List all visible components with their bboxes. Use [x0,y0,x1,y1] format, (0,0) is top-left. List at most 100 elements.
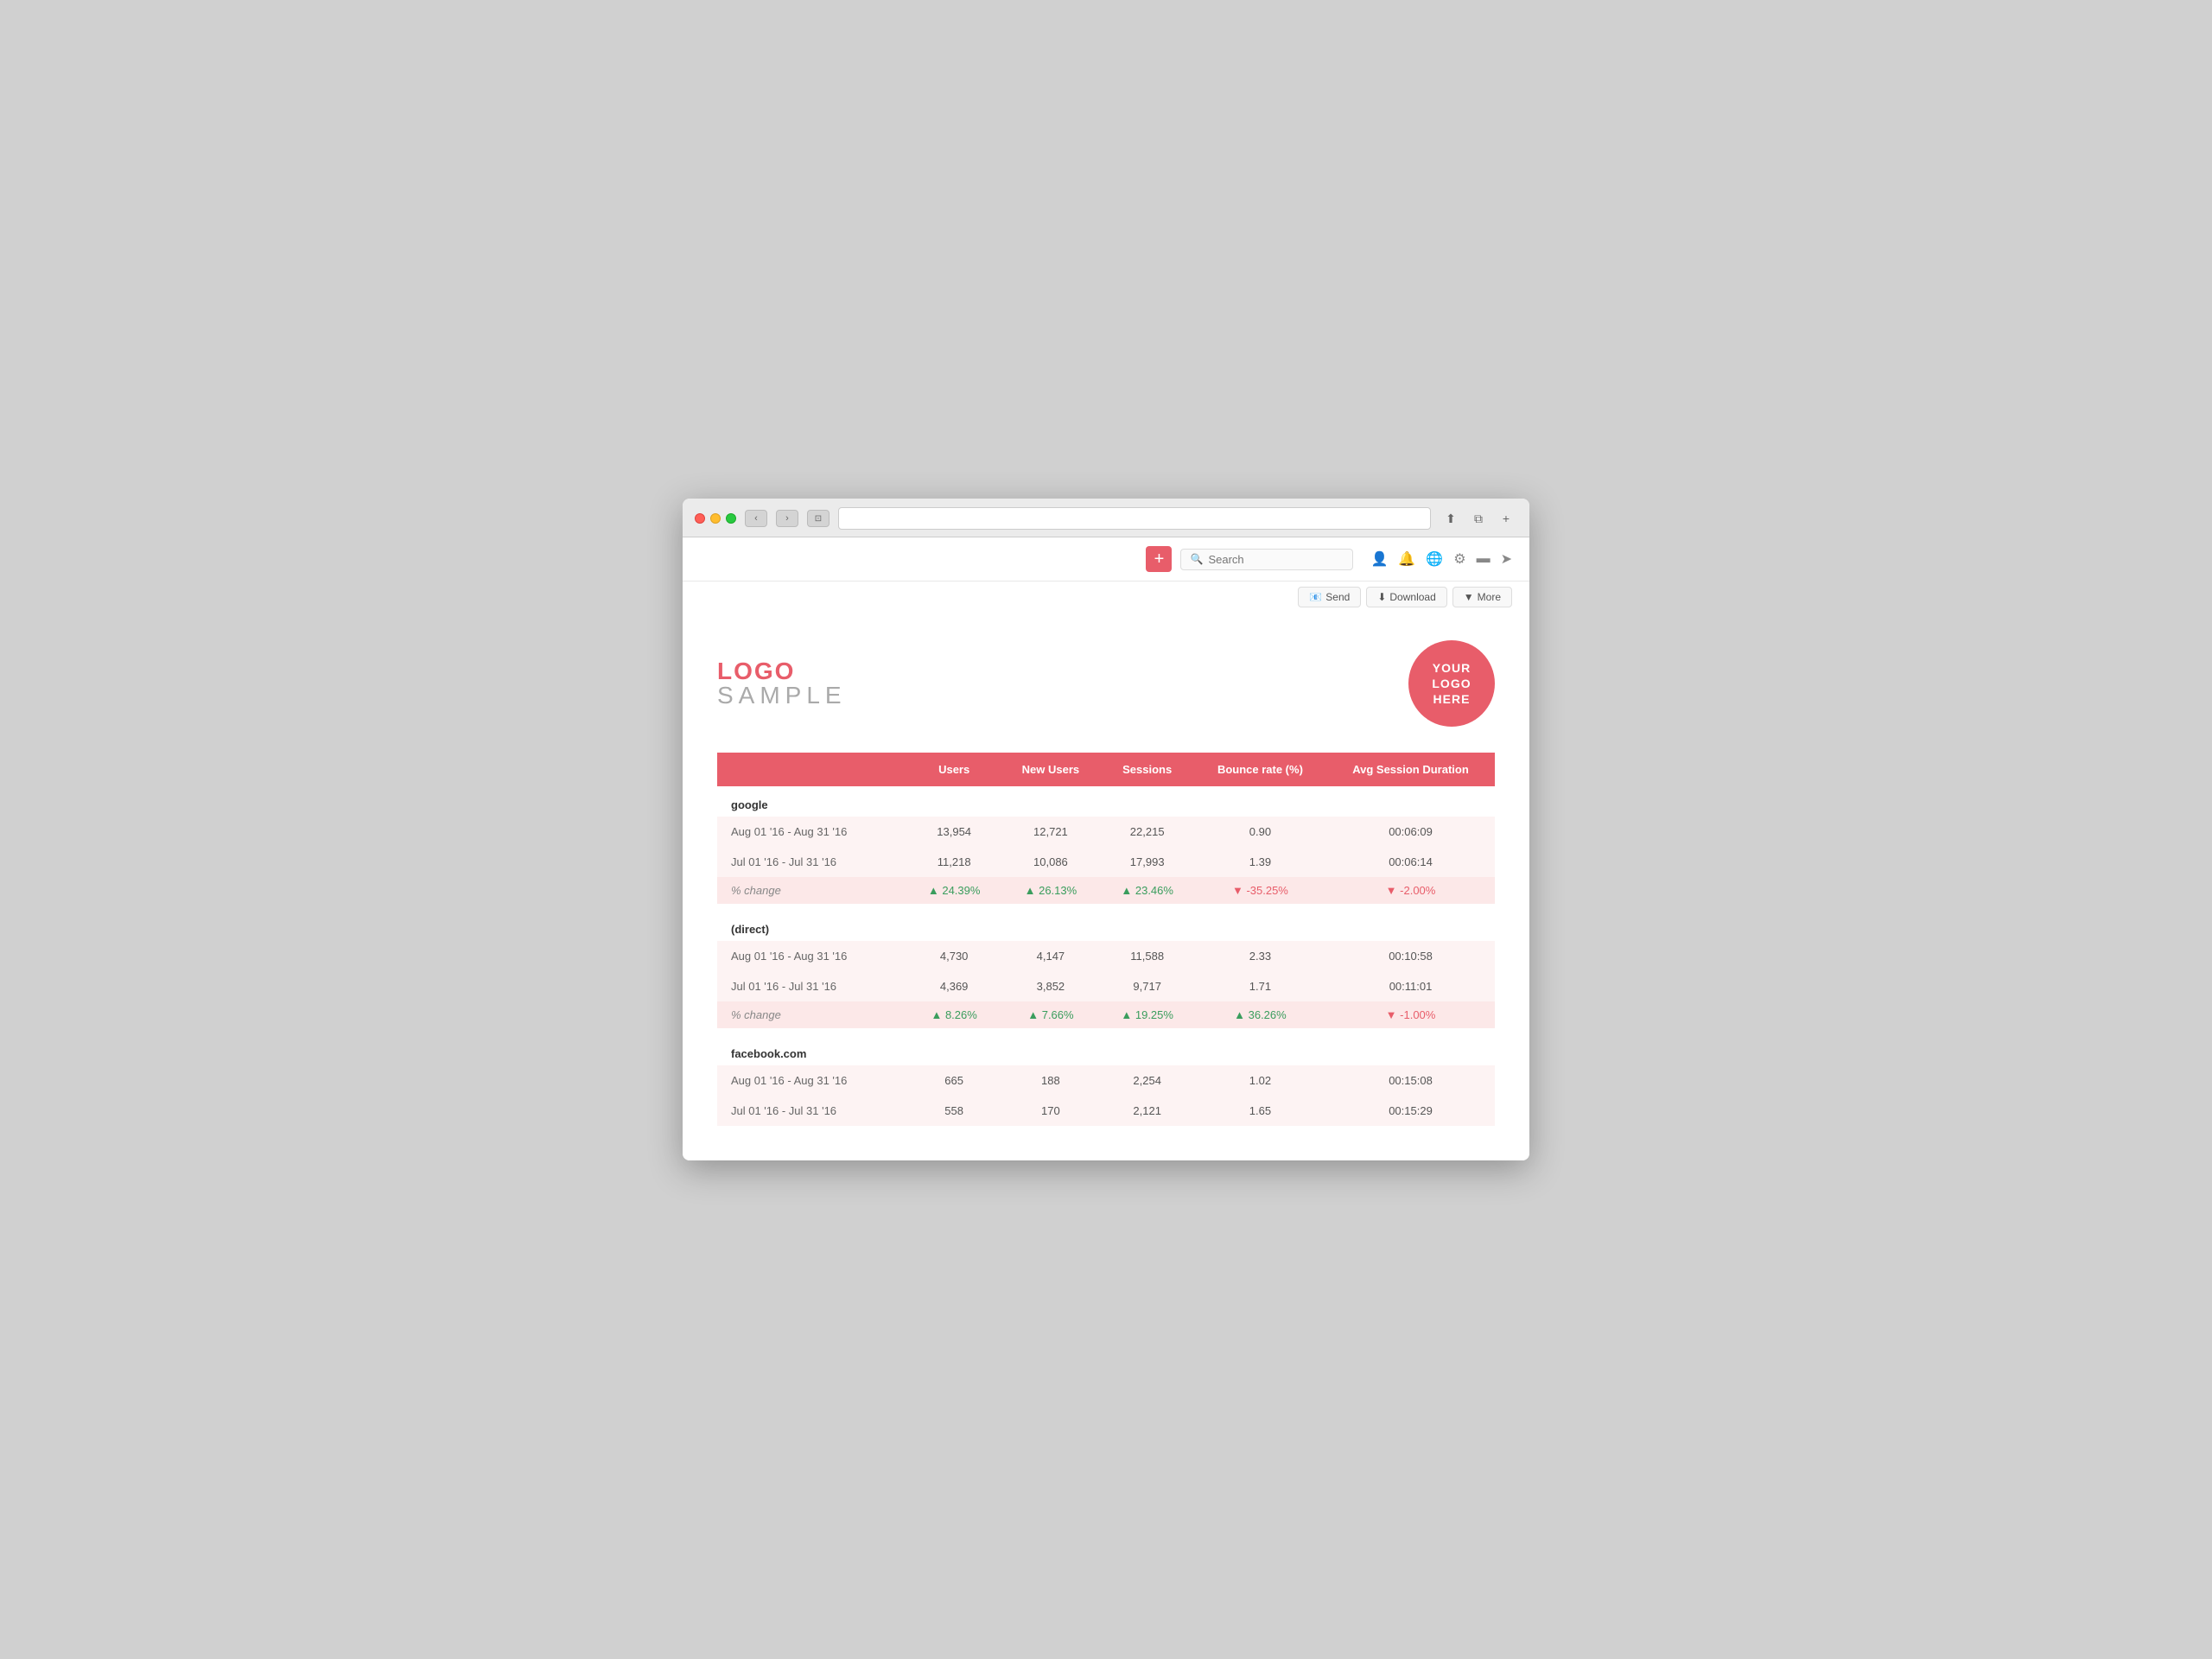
col-header-avg-session: Avg Session Duration [1326,753,1495,786]
row-avg-session: 00:06:14 [1326,847,1495,877]
row-new-users-change: ▲ 26.13% [1001,877,1100,904]
row-sessions: 11,588 [1101,941,1194,971]
row-users: 11,218 [907,847,1001,877]
search-box: 🔍 [1180,549,1353,570]
row-bounce-change: ▼ -35.25% [1194,877,1326,904]
col-header-users: Users [907,753,1001,786]
new-tab-icon[interactable]: + [1495,510,1517,527]
col-header-bounce-rate: Bounce rate (%) [1194,753,1326,786]
add-button[interactable]: + [1146,546,1172,572]
back-button[interactable]: ‹ [745,510,767,527]
row-users-change: ▲ 24.39% [907,877,1001,904]
table-row: Jul 01 '16 - Jul 31 '16 4,369 3,852 9,71… [717,971,1495,1001]
row-avg-session: 00:15:08 [1326,1065,1495,1096]
section-header-row: google [717,786,1495,817]
row-avg-session: 00:11:01 [1326,971,1495,1001]
address-bar[interactable] [838,507,1431,530]
action-buttons-bar: 📧 Send ⬇ Download ▼ More [683,587,1529,614]
row-sessions: 2,254 [1101,1065,1194,1096]
table-row: Aug 01 '16 - Aug 31 '16 4,730 4,147 11,5… [717,941,1495,971]
table-row: Jul 01 '16 - Jul 31 '16 11,218 10,086 17… [717,847,1495,877]
row-sessions: 9,717 [1101,971,1194,1001]
close-button[interactable] [695,513,705,524]
share-icon[interactable]: ⬆ [1440,510,1462,527]
logo-circle: YOURLOGOHERE [1408,640,1495,727]
forward-icon: › [785,513,789,524]
row-new-users: 12,721 [1001,817,1100,847]
row-users: 665 [907,1065,1001,1096]
row-bounce-change: ▲ 36.26% [1194,1001,1326,1028]
maximize-button[interactable] [726,513,736,524]
duplicate-icon[interactable]: ⧉ [1467,510,1490,527]
search-icon: 🔍 [1190,553,1203,565]
row-users: 4,730 [907,941,1001,971]
forward-button[interactable]: › [776,510,798,527]
row-label: Aug 01 '16 - Aug 31 '16 [717,941,907,971]
row-bounce-rate: 2.33 [1194,941,1326,971]
browser-actions: ⬆ ⧉ + [1440,510,1517,527]
row-avg-change: ▼ -2.00% [1326,877,1495,904]
table-row: % change ▲ 8.26% ▲ 7.66% ▲ 19.25% ▲ 36.2… [717,1001,1495,1028]
browser-chrome: ‹ › ⊡ ⬆ ⧉ + [683,499,1529,537]
browser-window: ‹ › ⊡ ⬆ ⧉ + + 🔍 👤 🔔 🌐 ⚙ ▬ ➤ [683,499,1529,1160]
row-sessions: 22,215 [1101,817,1194,847]
spacer-row [717,1028,1495,1035]
traffic-lights [695,513,736,524]
sample-text: SAMPLE [717,683,847,708]
logo-sample: LOGO SAMPLE [717,659,847,708]
globe-icon[interactable]: 🌐 [1426,550,1443,568]
row-label: Jul 01 '16 - Jul 31 '16 [717,971,907,1001]
row-avg-session: 00:10:58 [1326,941,1495,971]
row-label: Jul 01 '16 - Jul 31 '16 [717,847,907,877]
minimize-icon[interactable]: ▬ [1477,551,1491,567]
row-sessions-change: ▲ 19.25% [1101,1001,1194,1028]
row-new-users: 4,147 [1001,941,1100,971]
row-new-users: 3,852 [1001,971,1100,1001]
report-header: LOGO SAMPLE YOURLOGOHERE [717,640,1495,727]
export-icon[interactable]: ➤ [1501,550,1512,568]
minimize-button[interactable] [710,513,721,524]
row-sessions-change: ▲ 23.46% [1101,877,1194,904]
col-header-label [717,753,907,786]
search-input[interactable] [1208,553,1344,566]
download-button[interactable]: ⬇ Download [1366,587,1446,607]
row-bounce-rate: 1.39 [1194,847,1326,877]
row-bounce-rate: 1.02 [1194,1065,1326,1096]
row-new-users: 188 [1001,1065,1100,1096]
row-bounce-rate: 0.90 [1194,817,1326,847]
row-users: 13,954 [907,817,1001,847]
col-header-new-users: New Users [1001,753,1100,786]
row-users: 558 [907,1096,1001,1126]
more-button[interactable]: ▼ More [1452,587,1512,607]
back-icon: ‹ [754,513,758,524]
row-label: Aug 01 '16 - Aug 31 '16 [717,817,907,847]
reader-mode-button[interactable]: ⊡ [807,510,830,527]
download-icon: ⬇ [1377,591,1386,603]
row-label: % change [717,877,907,904]
bell-icon[interactable]: 🔔 [1398,550,1415,568]
row-new-users: 10,086 [1001,847,1100,877]
row-users: 4,369 [907,971,1001,1001]
table-row: % change ▲ 24.39% ▲ 26.13% ▲ 23.46% ▼ -3… [717,877,1495,904]
settings-icon[interactable]: ⚙ [1453,550,1465,568]
table-row: Aug 01 '16 - Aug 31 '16 13,954 12,721 22… [717,817,1495,847]
app-toolbar: + 🔍 👤 🔔 🌐 ⚙ ▬ ➤ [683,537,1529,582]
section-header-row: facebook.com [717,1035,1495,1065]
row-label: % change [717,1001,907,1028]
section-name: facebook.com [717,1035,1495,1065]
send-button[interactable]: 📧 Send [1298,587,1361,607]
row-avg-session: 00:15:29 [1326,1096,1495,1126]
users-icon[interactable]: 👤 [1370,550,1388,568]
row-avg-change: ▼ -1.00% [1326,1001,1495,1028]
table-row: Jul 01 '16 - Jul 31 '16 558 170 2,121 1.… [717,1096,1495,1126]
table-row: Aug 01 '16 - Aug 31 '16 665 188 2,254 1.… [717,1065,1495,1096]
row-label: Aug 01 '16 - Aug 31 '16 [717,1065,907,1096]
logo-text: LOGO [717,659,847,683]
section-name: google [717,786,1495,817]
row-new-users: 170 [1001,1096,1100,1126]
table-header-row: Users New Users Sessions Bounce rate (%)… [717,753,1495,786]
spacer-row [717,904,1495,911]
row-users-change: ▲ 8.26% [907,1001,1001,1028]
row-avg-session: 00:06:09 [1326,817,1495,847]
more-icon: ▼ [1464,591,1474,603]
